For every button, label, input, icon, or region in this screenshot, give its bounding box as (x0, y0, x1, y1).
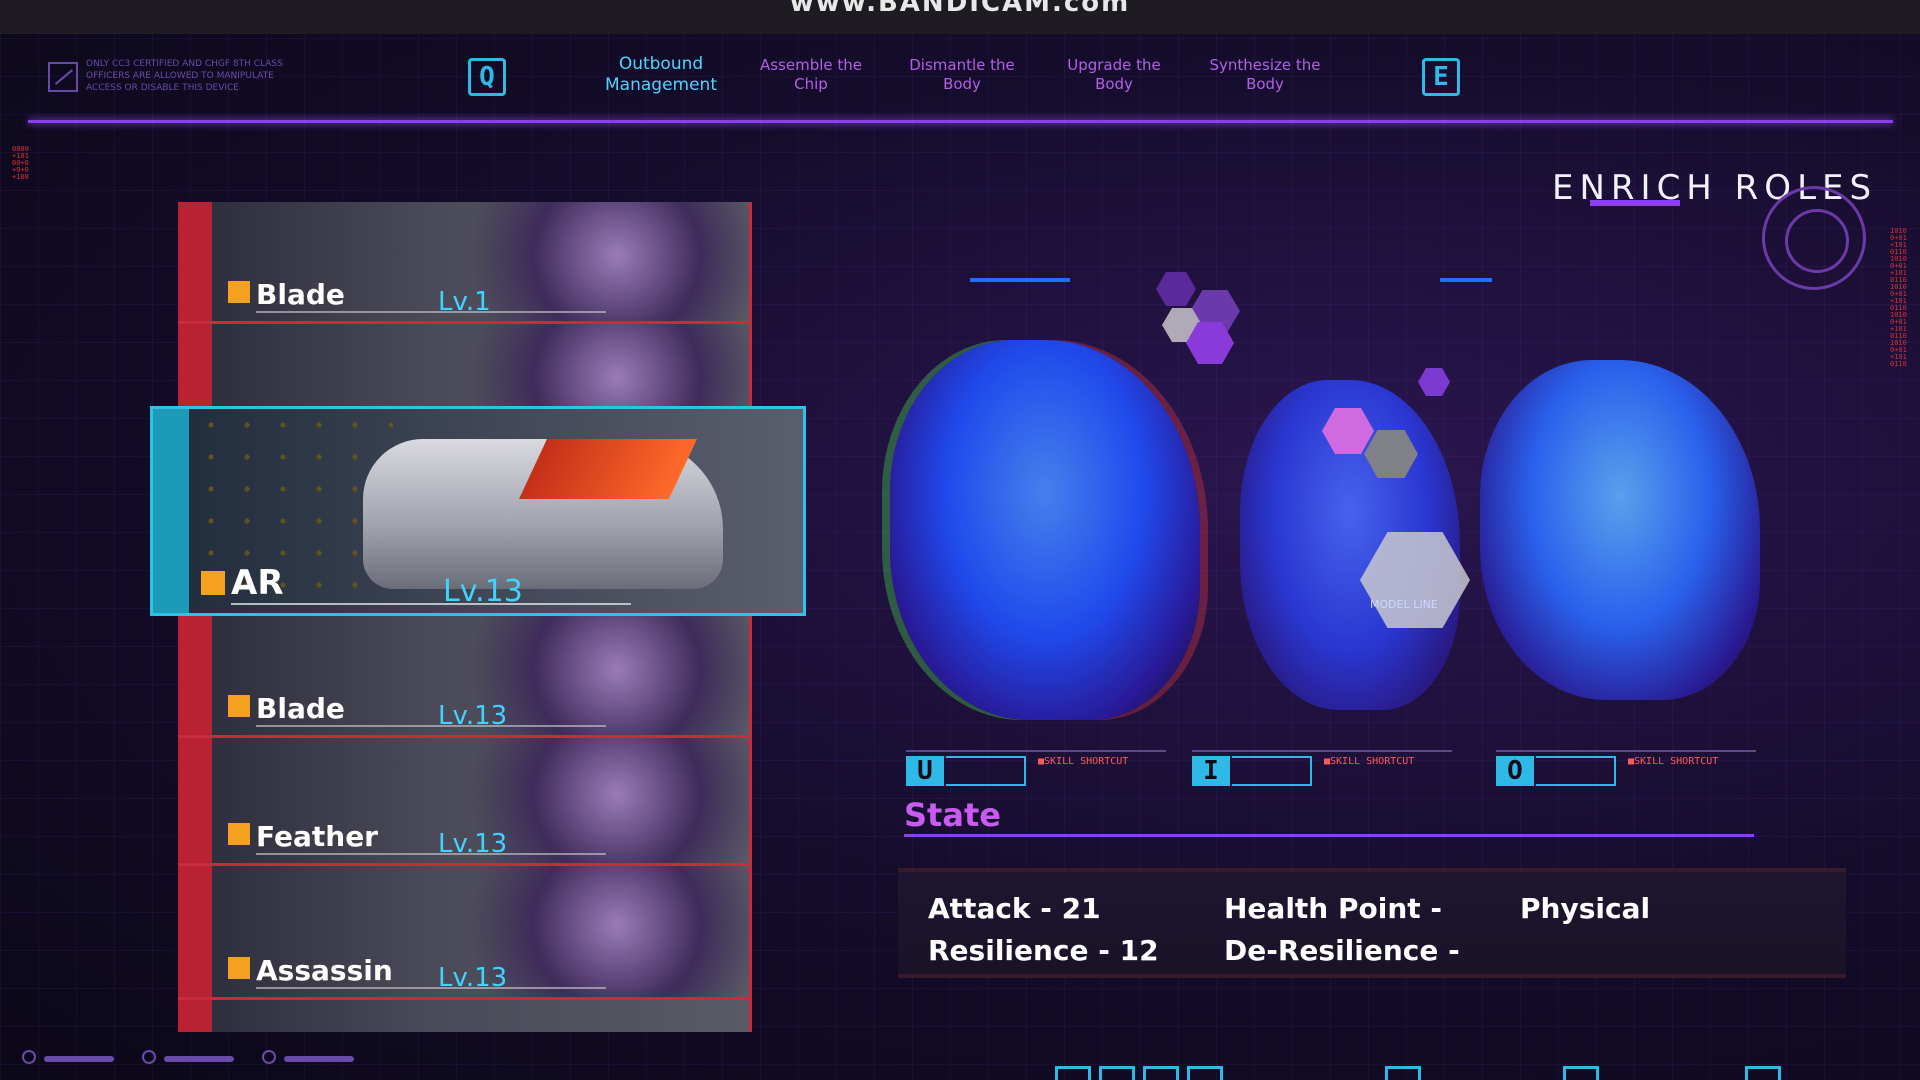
warning-text: ONLY CC3 CERTIFIED AND CHGF 8TH CLASS OF… (86, 59, 283, 93)
stat-de-resilience: De-Resilience - (1224, 934, 1460, 967)
hotkey-slot[interactable] (1099, 1066, 1135, 1080)
skill-frame (946, 756, 1026, 786)
warning-icon (48, 62, 78, 92)
skill-frame (1536, 756, 1616, 786)
tab-outbound-management[interactable]: Outbound Management (598, 54, 724, 96)
class-marker (228, 823, 250, 845)
character-name: Blade (256, 692, 345, 725)
indicator-bar (44, 1056, 114, 1062)
class-marker (228, 957, 250, 979)
hologram-mech (890, 340, 1200, 720)
card-side-strip (178, 1000, 212, 1032)
character-name: Feather (256, 820, 378, 853)
character-level: Lv.13 (443, 574, 523, 609)
hex-decoration (1418, 368, 1450, 396)
roster-card-ar-selected[interactable]: AR Lv.13 (150, 406, 806, 616)
class-marker (228, 695, 250, 717)
character-name: Blade (256, 278, 345, 311)
hotkey-slot[interactable] (1055, 1066, 1091, 1080)
class-marker (201, 571, 225, 595)
roster-card-assassin[interactable]: Assassin Lv.13 (178, 866, 752, 1000)
bottom-left-indicators (22, 1050, 382, 1070)
indicator-dot (262, 1050, 276, 1064)
indicator-bar (164, 1056, 234, 1062)
hotkey-slot[interactable] (1563, 1066, 1599, 1080)
next-tab-key-e[interactable]: E (1422, 58, 1460, 96)
roster-card-blade-1[interactable]: Blade Lv.1 (178, 202, 752, 324)
character-name: AR (231, 563, 284, 603)
hex-decoration (1156, 272, 1196, 306)
skill-key-o: O (1496, 756, 1534, 786)
skill-frame (1232, 756, 1312, 786)
character-roster: Blade Lv.1 Blade Lv.13 Feather Lv.13 Ass… (178, 202, 756, 1032)
slot-divider (1192, 750, 1452, 752)
card-underline (256, 987, 606, 989)
hotkey-slot[interactable] (1187, 1066, 1223, 1080)
class-marker (228, 281, 250, 303)
character-level: Lv.13 (438, 963, 508, 993)
hotkey-slot[interactable] (1385, 1066, 1421, 1080)
mech-visor (519, 439, 697, 499)
stat-resilience: Resilience - 12 (928, 934, 1159, 967)
recording-watermark-bar: www.BANDICAM.com (0, 0, 1920, 34)
state-title: State (904, 796, 1001, 834)
skill-shortcut-label: ■SKILL SHORTCUT (1038, 756, 1129, 767)
skill-shortcut-label: ■SKILL SHORTCUT (1324, 756, 1415, 767)
prev-tab-key-q[interactable]: Q (468, 58, 506, 96)
recording-watermark: www.BANDICAM.com (789, 0, 1131, 18)
character-level: Lv.13 (438, 829, 508, 859)
hologram-team-preview (860, 260, 1820, 740)
roster-card-partial[interactable] (178, 1000, 752, 1032)
skill-key-i: I (1192, 756, 1230, 786)
skill-key-u: U (906, 756, 944, 786)
hotkey-slot[interactable] (1143, 1066, 1179, 1080)
side-code-decoration: 0000 +101 00+0 +0+0 +100 (12, 145, 29, 181)
character-level: Lv.13 (438, 701, 508, 731)
indicator-dot (22, 1050, 36, 1064)
skill-shortcut-label: ■SKILL SHORTCUT (1628, 756, 1719, 767)
nav-divider (28, 120, 1893, 123)
card-side-strip (178, 616, 212, 735)
stat-health-point: Health Point - (1224, 892, 1443, 925)
indicator-dot (142, 1050, 156, 1064)
card-underline (256, 725, 606, 727)
stat-damage-type: Physical (1520, 892, 1651, 925)
selected-side-strip (153, 409, 189, 613)
tab-dismantle-body[interactable]: Dismantle the Body (898, 56, 1026, 94)
tab-synthesize-body[interactable]: Synthesize the Body (1200, 56, 1330, 94)
state-divider (904, 834, 1754, 837)
scan-bar (970, 278, 1070, 282)
stat-attack: Attack - 21 (928, 892, 1101, 925)
model-line-label: MODEL LINE (1370, 598, 1438, 611)
slot-divider (1496, 750, 1756, 752)
scan-bar (1440, 278, 1492, 282)
stats-panel: Attack - 21 Resilience - 12 Health Point… (898, 868, 1846, 978)
character-name: Assassin (256, 954, 393, 987)
card-underline (231, 603, 631, 605)
tab-assemble-chip[interactable]: Assemble the Chip (748, 56, 874, 94)
character-level: Lv.1 (438, 287, 491, 317)
tab-upgrade-body[interactable]: Upgrade the Body (1050, 56, 1178, 94)
game-screen: www.BANDICAM.com ONLY CC3 CERTIFIED AND … (0, 0, 1920, 1080)
indicator-bar (284, 1056, 354, 1062)
slot-divider (906, 750, 1166, 752)
title-accent (1590, 200, 1680, 206)
card-underline (256, 311, 606, 313)
roster-card-blade-2[interactable]: Blade Lv.13 (178, 616, 752, 738)
card-side-strip (178, 866, 212, 997)
roster-card-feather[interactable]: Feather Lv.13 (178, 738, 752, 866)
card-side-strip (178, 202, 212, 321)
card-side-strip (178, 738, 212, 863)
card-underline (256, 853, 606, 855)
side-code-decoration-right: 1010 0+01 +101 0110 1010 0+01 +101 0110 1010 0+01… (1890, 227, 1907, 368)
hotkey-slot[interactable] (1745, 1066, 1781, 1080)
hologram-character-3 (1480, 360, 1760, 700)
